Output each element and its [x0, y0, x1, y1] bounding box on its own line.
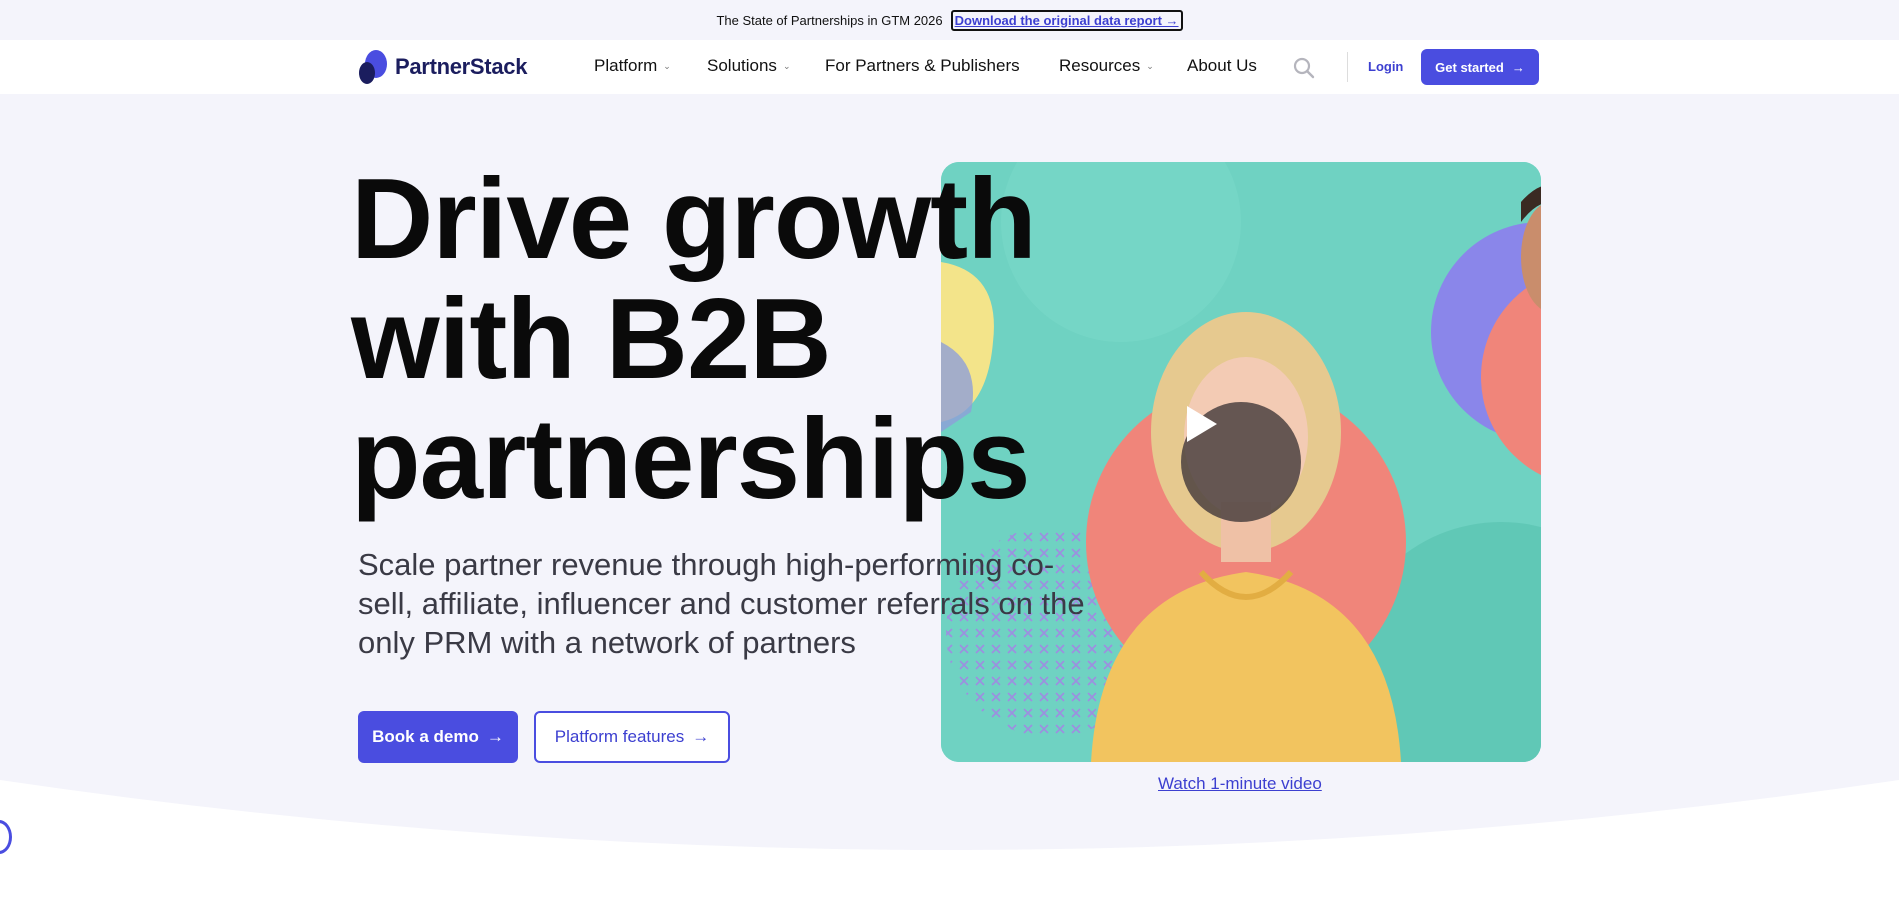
- section-curve: [0, 780, 1899, 902]
- chevron-down-icon: ⌄: [663, 60, 671, 71]
- announcement-bar: The State of Partnerships in GTM 2026 Do…: [0, 0, 1899, 40]
- search-icon[interactable]: [1293, 57, 1315, 79]
- nav-item-solutions[interactable]: Solutions ⌄: [707, 56, 790, 76]
- nav-item-about-us[interactable]: About Us: [1187, 56, 1257, 76]
- platform-features-button[interactable]: Platform features →: [534, 711, 730, 763]
- nav-item-label: About Us: [1187, 56, 1257, 75]
- nav-item-label: Solutions: [707, 56, 777, 75]
- nav-item-label: Platform: [594, 56, 658, 75]
- nav-divider: [1347, 52, 1348, 82]
- get-started-label: Get started: [1435, 59, 1504, 75]
- logo-mark-icon: [359, 50, 389, 84]
- navbar: PartnerStack Platform ⌄ Solutions ⌄ For …: [0, 40, 1899, 94]
- announcement-text: The State of Partnerships in GTM 2026: [716, 12, 943, 28]
- arrow-right-icon: →: [486, 727, 504, 746]
- logo-text: PartnerStack: [395, 54, 528, 79]
- hero-title: Drive growth with B2B partnerships: [351, 160, 1051, 520]
- nav-item-label: For Partners & Publishers: [825, 56, 1020, 75]
- nav-item-label: Resources: [1059, 56, 1141, 75]
- arrow-right-icon: →: [1511, 59, 1525, 75]
- book-demo-label: Book a demo: [372, 727, 479, 746]
- play-icon: [1187, 406, 1217, 442]
- chevron-down-icon: ⌄: [1146, 60, 1154, 71]
- play-video-button[interactable]: [1181, 402, 1301, 522]
- hero-title-line: Drive growth: [351, 156, 1037, 283]
- hero-title-line: partnerships: [351, 396, 1031, 523]
- logo[interactable]: PartnerStack: [359, 50, 527, 84]
- get-started-button[interactable]: Get started →: [1421, 49, 1539, 85]
- hero-subtitle: Scale partner revenue through high-perfo…: [358, 547, 1085, 660]
- login-link[interactable]: Login: [1368, 59, 1403, 74]
- platform-features-label: Platform features: [554, 727, 685, 746]
- nav-item-partners-publishers[interactable]: For Partners & Publishers: [825, 56, 1020, 76]
- download-report-link[interactable]: Download the original data report →: [950, 9, 1183, 31]
- nav-item-resources[interactable]: Resources ⌄: [1059, 56, 1154, 76]
- hero-title-line: with B2B: [351, 276, 832, 403]
- book-demo-button[interactable]: Book a demo →: [358, 711, 518, 763]
- nav-item-platform[interactable]: Platform ⌄: [594, 56, 671, 76]
- arrow-right-icon: →: [692, 727, 710, 746]
- chevron-down-icon: ⌄: [782, 60, 791, 71]
